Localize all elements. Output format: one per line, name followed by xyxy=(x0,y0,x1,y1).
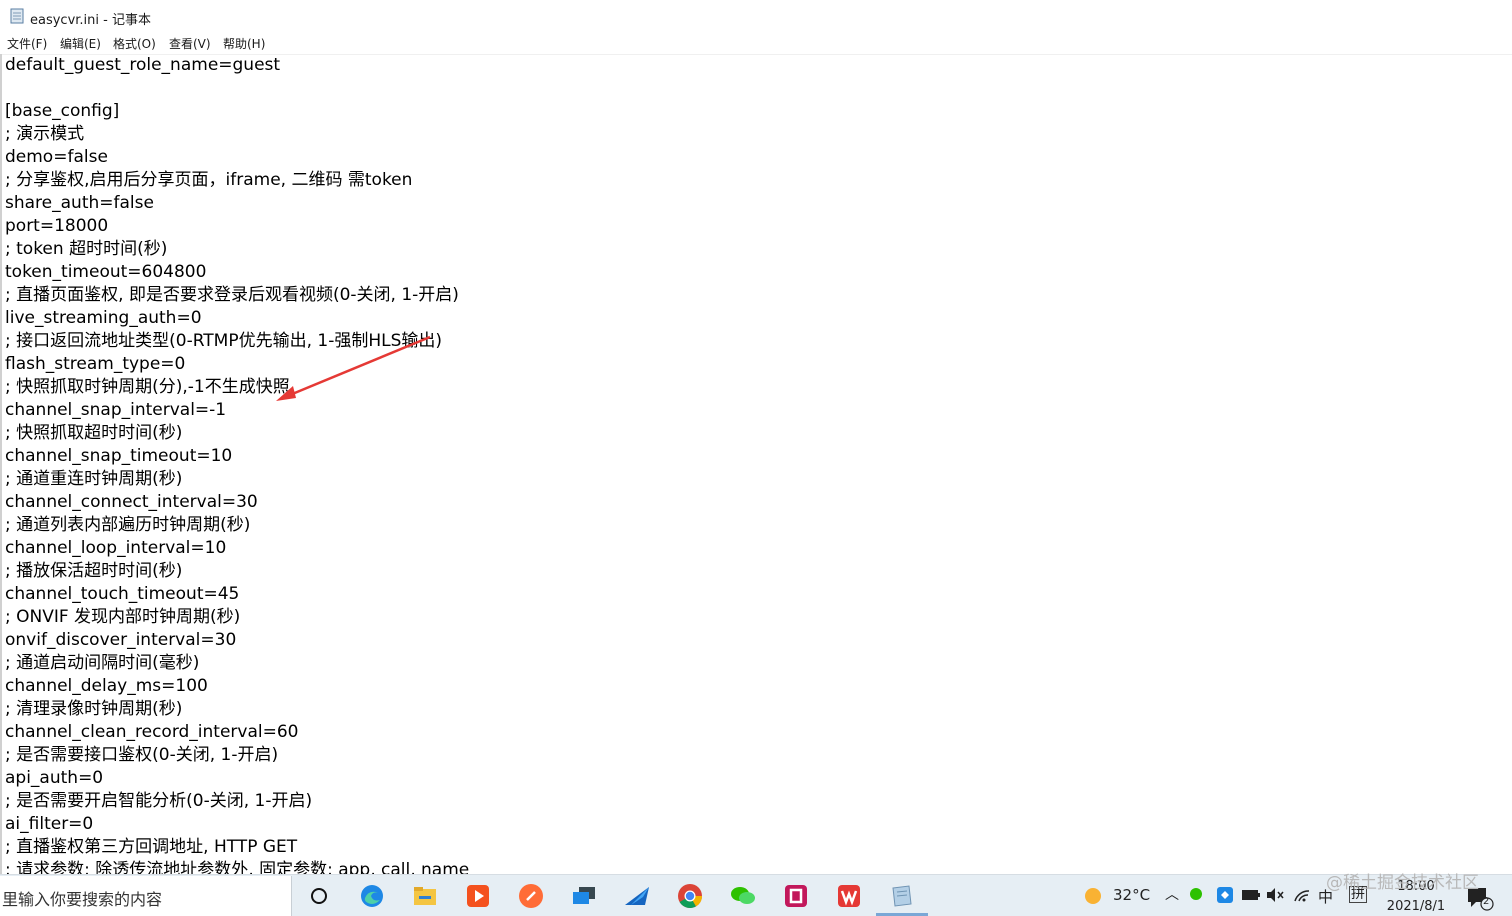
media-player-icon[interactable] xyxy=(464,882,492,910)
editor-line[interactable]: share_auth=false xyxy=(5,192,154,215)
wechat-icon[interactable] xyxy=(729,882,757,910)
editor-line[interactable]: channel_loop_interval=10 xyxy=(5,537,226,560)
editor-line[interactable]: ; 快照抓取超时时间(秒) xyxy=(5,422,182,445)
search-input[interactable]: 里输入你要搜索的内容 xyxy=(2,886,162,910)
editor-line[interactable]: api_auth=0 xyxy=(5,767,103,790)
menu-edit[interactable]: 编辑(E) xyxy=(60,35,101,52)
editor-line[interactable]: ; 快照抓取时钟周期(分),-1不生成快照 xyxy=(5,376,290,399)
taskbar: 里输入你要搜索的内容 32°C ︿ 中 拼 18:00 2021/8/1 2 xyxy=(0,874,1512,916)
editor-line[interactable]: flash_stream_type=0 xyxy=(5,353,185,376)
monitor-app-icon[interactable] xyxy=(570,882,598,910)
editor-line[interactable]: ; token 超时时间(秒) xyxy=(5,238,167,261)
editor-line[interactable]: ; 通道启动间隔时间(毫秒) xyxy=(5,652,199,675)
editor-line[interactable]: token_timeout=604800 xyxy=(5,261,206,284)
editor-line[interactable]: live_streaming_auth=0 xyxy=(5,307,202,330)
editor-line[interactable]: ; 分享鉴权,启用后分享页面，iframe, 二维码 需token xyxy=(5,169,412,192)
speaker-muted-icon[interactable] xyxy=(1266,887,1284,903)
notepad-icon xyxy=(10,8,24,24)
editor-line[interactable]: channel_clean_record_interval=60 xyxy=(5,721,298,744)
wifi-icon[interactable] xyxy=(1293,887,1311,903)
editor-line[interactable]: ; 播放保活超时时间(秒) xyxy=(5,560,182,583)
postman-icon[interactable] xyxy=(517,882,545,910)
editor-line[interactable]: ; 直播鉴权第三方回调地址, HTTP GET xyxy=(5,836,297,859)
file-explorer-icon[interactable] xyxy=(411,882,439,910)
window-title: easycvr.ini - 记事本 xyxy=(30,13,151,28)
menu-file[interactable]: 文件(F) xyxy=(7,35,47,52)
editor-line[interactable]: ; 演示模式 xyxy=(5,123,84,146)
editor-line[interactable]: onvif_discover_interval=30 xyxy=(5,629,236,652)
wps-icon[interactable] xyxy=(835,882,863,910)
chevron-up-icon[interactable]: ︿ xyxy=(1165,884,1179,904)
text-editor[interactable]: default_guest_role_name=guest [base_confi… xyxy=(0,54,1512,874)
editor-line[interactable]: port=18000 xyxy=(5,215,108,238)
editor-line[interactable]: ; 请求参数: 除透传流地址参数外, 固定参数: app, call, name xyxy=(5,859,469,874)
editor-line[interactable]: ; 接口返回流地址类型(0-RTMP优先输出, 1-强制HLS输出) xyxy=(5,330,442,353)
menu-help[interactable]: 帮助(H) xyxy=(223,35,265,52)
sync-tray-icon[interactable] xyxy=(1216,886,1234,904)
weather-sun-icon[interactable] xyxy=(1083,886,1103,906)
editor-line[interactable]: channel_snap_interval=-1 xyxy=(5,399,226,422)
editor-line[interactable]: ; 直播页面鉴权, 即是否要求登录后观看视频(0-关闭, 1-开启) xyxy=(5,284,459,307)
wechat-tray-icon[interactable] xyxy=(1189,887,1205,903)
editor-line[interactable]: ; 是否需要开启智能分析(0-关闭, 1-开启) xyxy=(5,790,312,813)
editor-line[interactable]: [base_config] xyxy=(5,100,119,123)
menu-view[interactable]: 查看(V) xyxy=(169,35,211,52)
title-bar[interactable]: easycvr.ini - 记事本 xyxy=(0,0,1512,32)
editor-line[interactable]: channel_snap_timeout=10 xyxy=(5,445,232,468)
editor-app-icon[interactable] xyxy=(782,882,810,910)
notepad-taskbar-icon[interactable] xyxy=(888,882,916,910)
edge-icon[interactable] xyxy=(358,882,386,910)
editor-line[interactable]: channel_delay_ms=100 xyxy=(5,675,208,698)
editor-line[interactable]: channel_connect_interval=30 xyxy=(5,491,258,514)
editor-line[interactable]: ; 是否需要接口鉴权(0-关闭, 1-开启) xyxy=(5,744,278,767)
battery-icon[interactable] xyxy=(1241,888,1261,902)
menu-format[interactable]: 格式(O) xyxy=(113,35,156,52)
chrome-icon[interactable] xyxy=(676,882,704,910)
clock-date: 2021/8/1 xyxy=(1386,899,1446,914)
editor-line[interactable]: ; 清理录像时钟周期(秒) xyxy=(5,698,182,721)
feishu-icon[interactable] xyxy=(623,882,651,910)
watermark-text: @稀土掘金技术社区 xyxy=(1326,873,1479,893)
notification-count: 2 xyxy=(1483,896,1490,907)
editor-line[interactable]: demo=false xyxy=(5,146,108,169)
editor-line[interactable]: ; 通道列表内部遍历时钟周期(秒) xyxy=(5,514,250,537)
editor-line[interactable]: ai_filter=0 xyxy=(5,813,93,836)
editor-line[interactable]: channel_touch_timeout=45 xyxy=(5,583,239,606)
editor-line[interactable]: ; 通道重连时钟周期(秒) xyxy=(5,468,182,491)
weather-temperature[interactable]: 32°C xyxy=(1113,886,1150,904)
task-view-icon[interactable] xyxy=(305,882,333,910)
editor-line[interactable]: ; ONVIF 发现内部时钟周期(秒) xyxy=(5,606,240,629)
editor-line[interactable]: default_guest_role_name=guest xyxy=(5,54,280,77)
search-box[interactable]: 里输入你要搜索的内容 xyxy=(0,876,292,916)
menu-bar: 文件(F) 编辑(E) 格式(O) 查看(V) 帮助(H) xyxy=(0,32,1512,55)
